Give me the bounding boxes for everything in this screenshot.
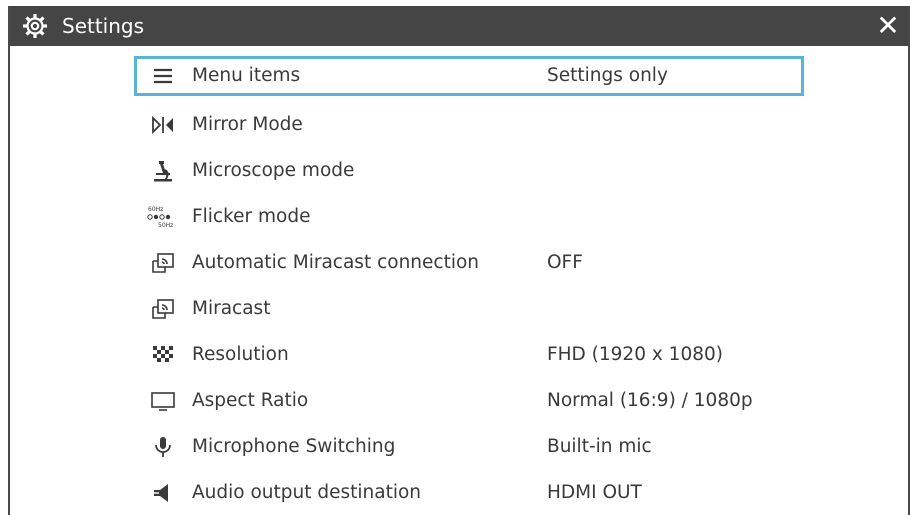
flicker-icon: 60Hz 50Hz — [146, 205, 180, 229]
menu-item-microscope-mode[interactable]: Microscope mode — [134, 151, 802, 191]
resolution-icon — [150, 343, 176, 367]
menu-item-label: Microscope mode — [192, 160, 355, 181]
flicker-50hz-text: 50Hz — [158, 222, 173, 229]
menu-item-audio-output-destination[interactable]: Audio output destination HDMI OUT — [134, 473, 802, 513]
menu-item-label: Aspect Ratio — [192, 390, 309, 411]
menu-item-value: Built-in mic — [547, 436, 652, 457]
menu-item-label: Resolution — [192, 344, 289, 365]
close-button[interactable]: ✕ — [868, 6, 908, 46]
menu-item-value: HDMI OUT — [547, 482, 642, 503]
menu-item-label: Audio output destination — [192, 482, 422, 503]
speaker-icon — [150, 481, 176, 505]
menu-item-label: Flicker mode — [192, 206, 311, 227]
microphone-icon — [150, 435, 176, 459]
menu-item-value: FHD (1920 x 1080) — [547, 344, 723, 365]
menu-item-label: Microphone Switching — [192, 436, 396, 457]
menu-item-microphone-switching[interactable]: Microphone Switching Built-in mic — [134, 427, 802, 467]
menu-item-resolution[interactable]: Resolution FHD (1920 x 1080) — [134, 335, 802, 375]
menu-item-flicker-mode[interactable]: 60Hz 50Hz Flicker mode — [134, 197, 802, 237]
monitor-icon — [150, 389, 176, 413]
menu-item-label: Miracast — [192, 298, 271, 319]
microscope-icon — [150, 159, 176, 183]
flicker-60hz-text: 60Hz — [148, 206, 163, 213]
menu-item-value: OFF — [547, 252, 583, 273]
menu-item-label: Automatic Miracast connection — [192, 252, 480, 273]
menu-item-label: Menu items — [192, 65, 301, 86]
menu-item-value: Settings only — [547, 65, 668, 86]
gear-icon — [22, 13, 48, 39]
miracast-icon — [150, 297, 176, 321]
menu-icon — [150, 64, 176, 88]
miracast-icon — [150, 251, 176, 275]
title-bar: Settings ✕ — [10, 6, 908, 46]
menu-item-miracast[interactable]: Miracast — [134, 289, 802, 329]
menu-item-label: Mirror Mode — [192, 114, 303, 135]
window-title: Settings — [62, 14, 145, 38]
settings-window: Settings ✕ Menu items Settings only Mirr… — [8, 6, 910, 515]
menu-item-menu-items[interactable]: Menu items Settings only — [134, 56, 804, 96]
menu-item-mirror-mode[interactable]: Mirror Mode — [134, 105, 802, 145]
menu-item-aspect-ratio[interactable]: Aspect Ratio Normal (16:9) / 1080p — [134, 381, 802, 421]
menu-item-value: Normal (16:9) / 1080p — [547, 390, 753, 411]
mirror-mode-icon — [150, 113, 176, 137]
menu-item-automatic-miracast-connection[interactable]: Automatic Miracast connection OFF — [134, 243, 802, 283]
